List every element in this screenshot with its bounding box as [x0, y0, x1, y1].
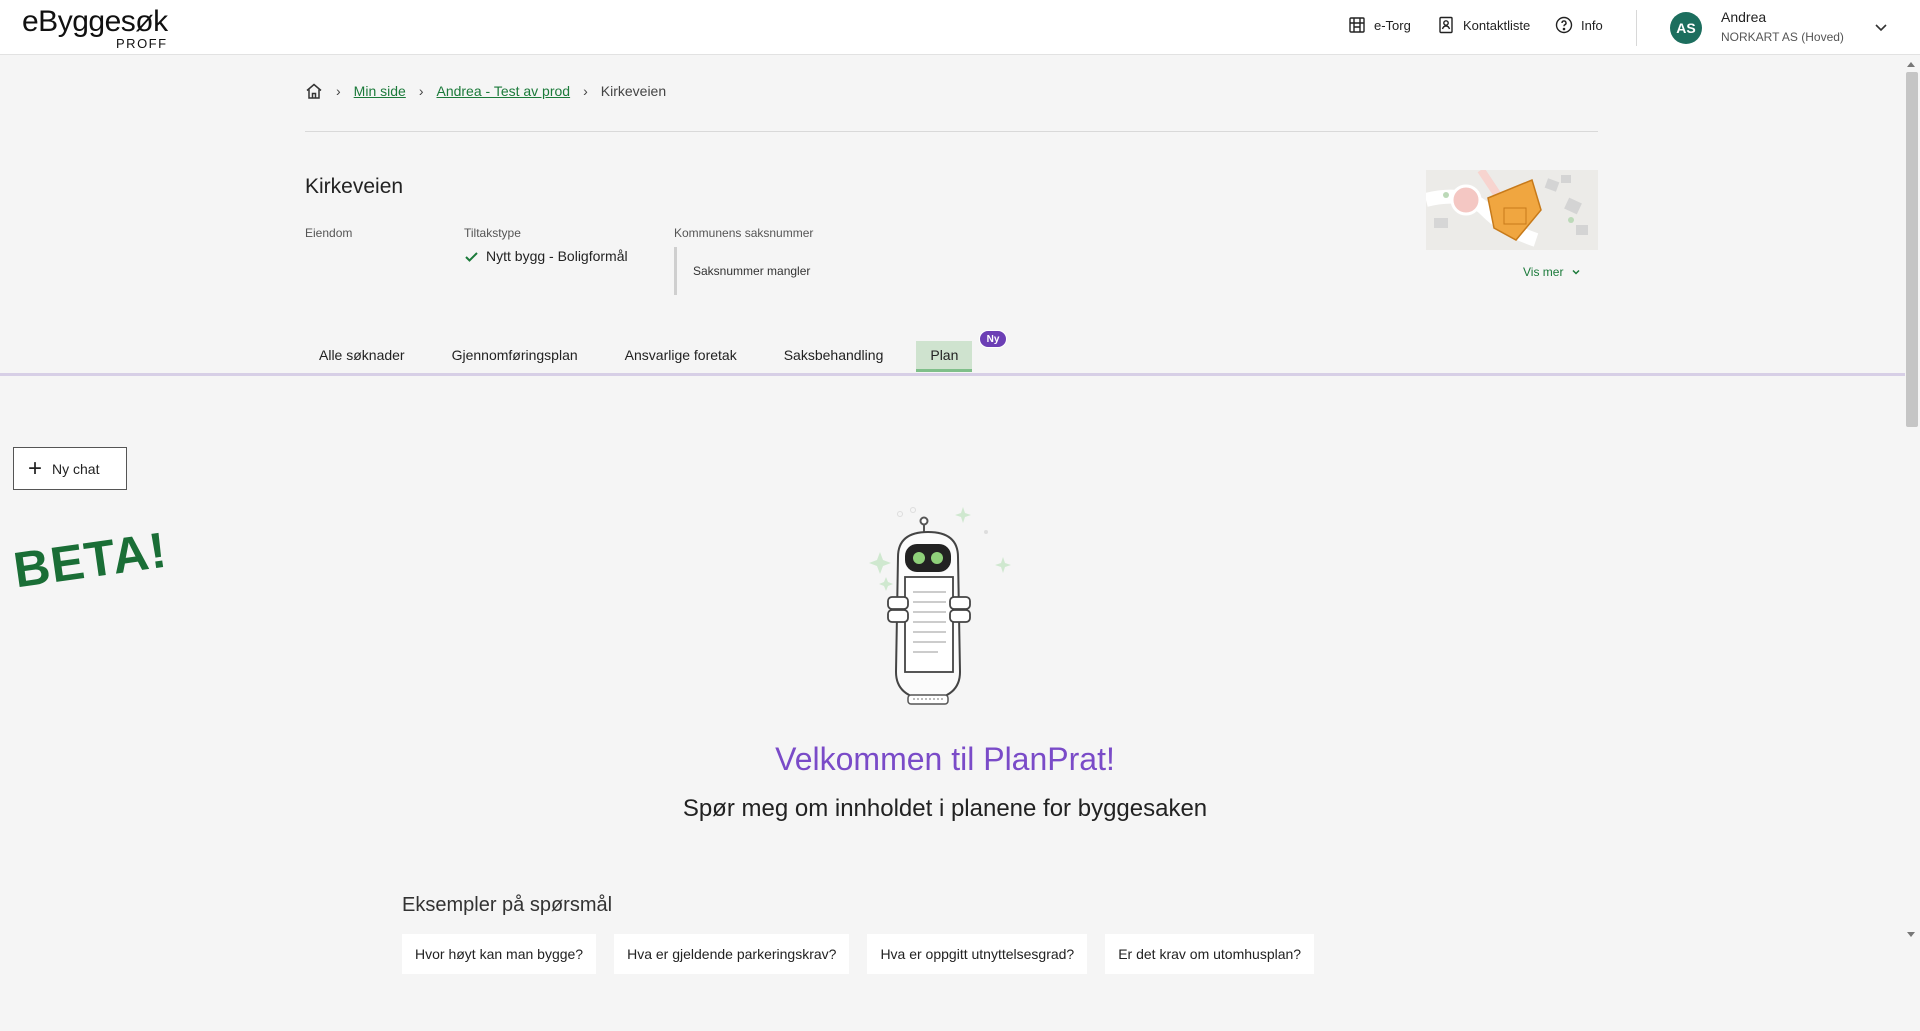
- new-chat-label: Ny chat: [52, 460, 100, 477]
- property-map-thumbnail[interactable]: [1426, 170, 1598, 250]
- robot-illustration: [869, 507, 1011, 705]
- help-circle-icon: [1555, 16, 1573, 34]
- breadcrumb: › Min side › Andrea - Test av prod › Kir…: [305, 82, 666, 100]
- examples-heading: Eksempler på spørsmål: [402, 894, 613, 916]
- chevron-down-icon: [1572, 269, 1580, 275]
- beta-label: BETA!: [10, 521, 171, 599]
- scroll-up-arrow[interactable]: [1907, 62, 1915, 67]
- map-image: [1426, 170, 1598, 250]
- example-question-button[interactable]: Hvor høyt kan man bygge?: [402, 934, 597, 974]
- breadcrumb-min-side[interactable]: Min side: [354, 83, 406, 99]
- tab-gjennomforingsplan[interactable]: Gjennomføringsplan: [438, 341, 592, 372]
- example-questions: Hvor høyt kan man bygge? Hva er gjeldend…: [402, 934, 1315, 974]
- tab-bar: Alle søknader Gjennomføringsplan Ansvarl…: [305, 341, 991, 372]
- breadcrumb-current: Kirkeveien: [600, 83, 667, 99]
- chevron-down-icon[interactable]: [1872, 18, 1890, 36]
- scroll-down-arrow[interactable]: [1907, 932, 1915, 937]
- breadcrumb-project-group[interactable]: Andrea - Test av prod: [436, 83, 570, 99]
- plus-icon: +: [28, 454, 43, 482]
- home-icon: [306, 83, 322, 99]
- page-title: Kirkeveien: [305, 175, 404, 198]
- tiltakstype-text: Nytt bygg - Boligformål: [486, 248, 628, 264]
- nav-info-label: Info: [1581, 17, 1603, 33]
- tab-saksbehandling[interactable]: Saksbehandling: [770, 341, 898, 372]
- eiendom-label: Eiendom: [305, 226, 353, 240]
- divider: [305, 131, 1598, 132]
- contact-book-icon: [1439, 16, 1453, 34]
- breadcrumb-separator: ›: [418, 83, 424, 99]
- nav-kontaktliste[interactable]: Kontaktliste: [1437, 16, 1530, 34]
- vis-mer-toggle[interactable]: Vis mer: [1523, 265, 1582, 279]
- scrollbar-thumb[interactable]: [1906, 72, 1918, 427]
- logo-subtext: PROFF: [116, 36, 168, 51]
- nav-info[interactable]: Info: [1555, 16, 1603, 34]
- tab-ansvarlige-foretak[interactable]: Ansvarlige foretak: [611, 341, 751, 372]
- example-question-button[interactable]: Hva er oppgitt utnyttelsesgrad?: [867, 934, 1088, 974]
- tiltakstype-label: Tiltakstype: [464, 226, 521, 240]
- nav-etorg[interactable]: e-Torg: [1348, 16, 1411, 34]
- app-logo[interactable]: eByggesøk PROFF: [22, 5, 168, 52]
- tiltakstype-value: Nytt bygg - Boligformål: [464, 248, 628, 264]
- welcome-heading: Velkommen til PlanPrat!: [775, 741, 1115, 777]
- avatar[interactable]: AS: [1670, 12, 1702, 44]
- storefront-icon: [1349, 17, 1365, 33]
- example-question-button[interactable]: Hva er gjeldende parkeringskrav?: [614, 934, 850, 974]
- breadcrumb-separator: ›: [336, 83, 341, 99]
- example-question-button[interactable]: Er det krav om utomhusplan?: [1105, 934, 1315, 974]
- logo-text: eByggesøk: [22, 5, 168, 38]
- welcome-subtitle: Spør meg om innholdet i planene for bygg…: [682, 795, 1208, 822]
- top-bar: eByggesøk PROFF e-Torg Kontaktliste Info…: [0, 0, 1920, 55]
- breadcrumb-separator: ›: [583, 83, 588, 99]
- vis-mer-label: Vis mer: [1523, 265, 1564, 279]
- tab-alle-soknader[interactable]: Alle søknader: [305, 341, 419, 372]
- tab-underline: [0, 373, 1905, 376]
- user-name[interactable]: Andrea: [1721, 9, 1766, 25]
- new-badge: Ny: [979, 330, 1007, 348]
- saksnummer-value: Saksnummer mangler: [674, 247, 810, 295]
- tab-plan[interactable]: Plan: [916, 341, 973, 372]
- breadcrumb-home[interactable]: [305, 82, 323, 100]
- new-chat-button[interactable]: + Ny chat: [13, 447, 127, 490]
- nav-kontaktliste-label: Kontaktliste: [1463, 17, 1531, 33]
- user-organization: NORKART AS (Hoved): [1721, 30, 1844, 44]
- saksnummer-label: Kommunens saksnummer: [674, 226, 814, 240]
- nav-etorg-label: e-Torg: [1374, 17, 1411, 33]
- header-divider: [1636, 10, 1637, 46]
- checkmark-icon: [465, 251, 478, 262]
